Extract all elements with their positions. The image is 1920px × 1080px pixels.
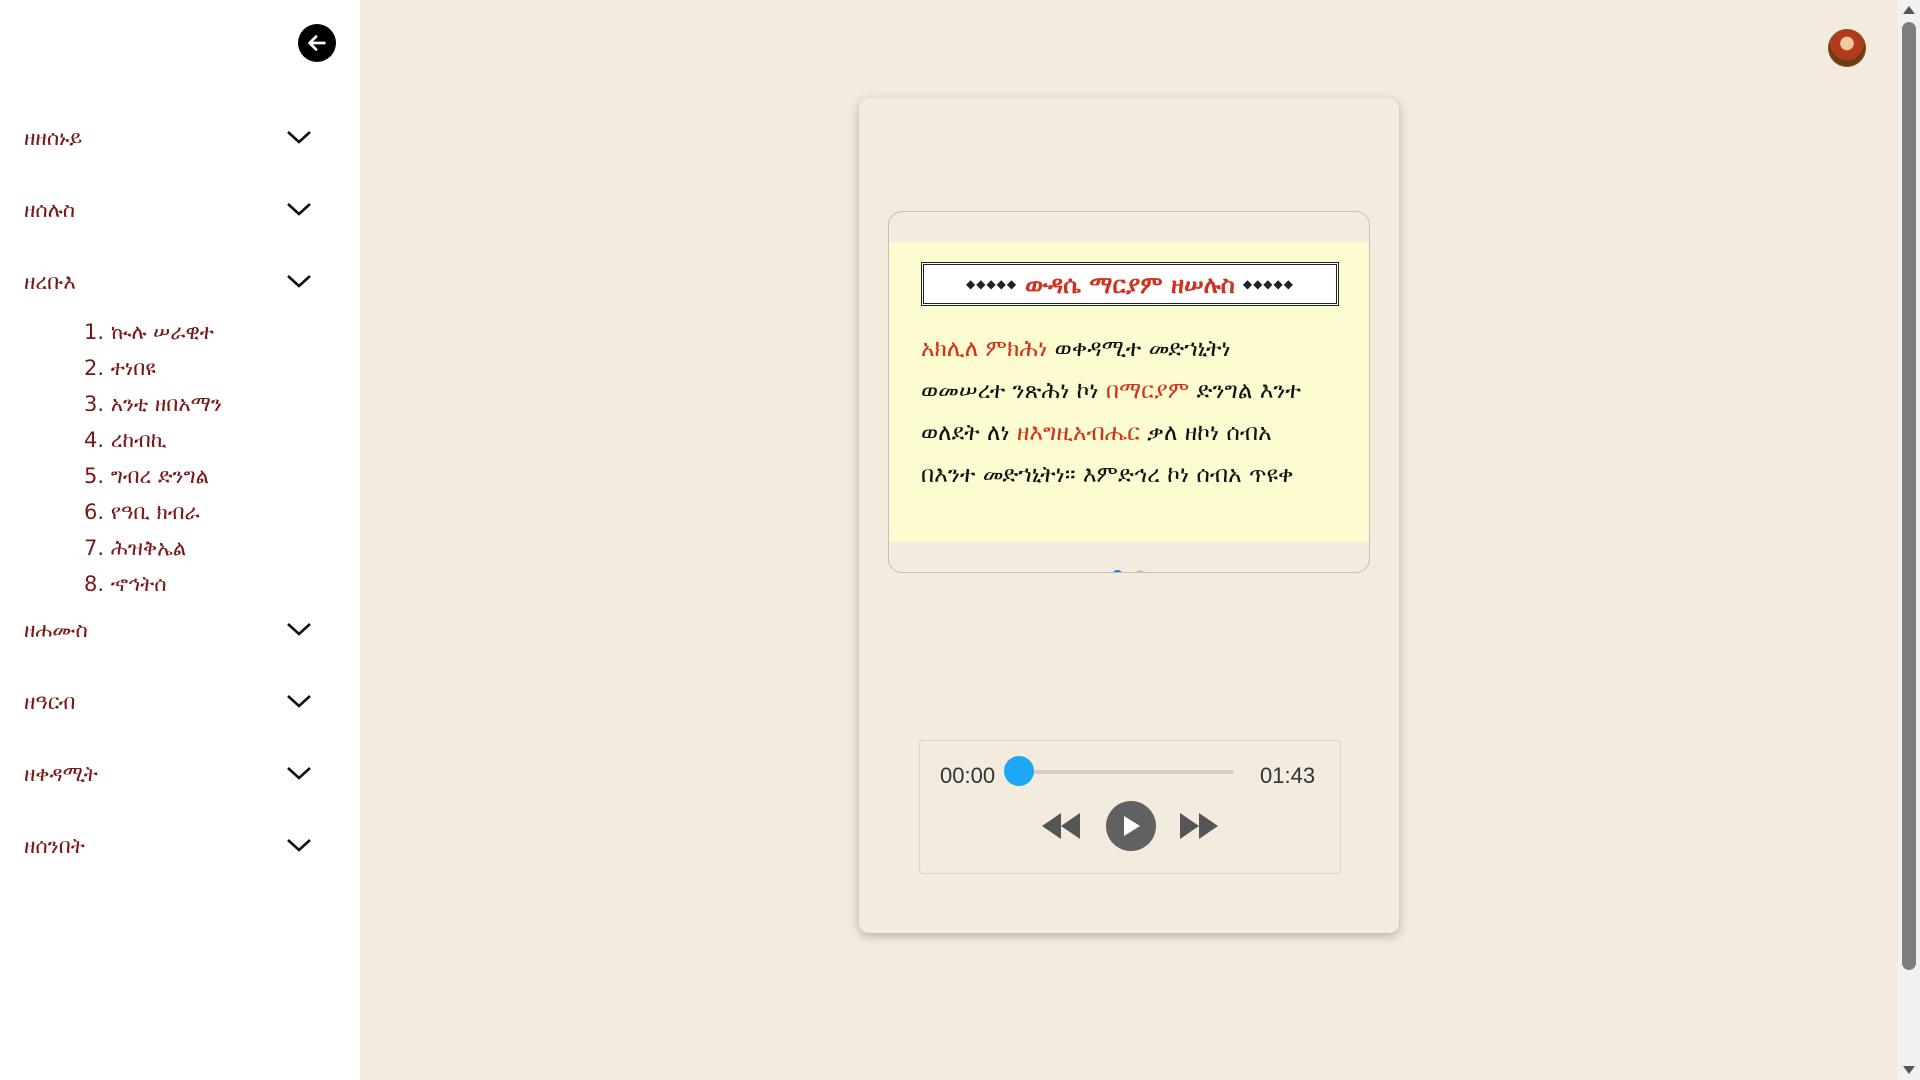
image-carousel[interactable]: ◆◆◆◆◆ ውዳሴ ማርያም ዘሠሉስ ◆◆◆◆◆ አክሊለ ምክሕነ ወቀዳሚ…: [888, 211, 1370, 573]
current-time: 00:00: [940, 763, 996, 788]
sidebar-item-label: ዘረቡእ: [24, 270, 76, 294]
list-item[interactable]: 2. ተነበዩ: [0, 350, 360, 386]
slide-title-box: ◆◆◆◆◆ ውዳሴ ማርያም ዘሠሉስ ◆◆◆◆◆: [921, 262, 1339, 306]
chevron-down-icon: [287, 203, 311, 216]
sidebar-item-label: ዘዓርብ: [24, 690, 76, 714]
scrollbar[interactable]: [1898, 0, 1920, 1080]
line-text: ወቀዳሚተ መድኀኒትነ: [1047, 336, 1231, 362]
slide-title: ውዳሴ ማርያም ዘሠሉስ: [1025, 269, 1235, 299]
sidebar-nav: ዘዘሰኑይ ዘሰሉስ ዘረቡእ 1. ኲሉ ሠራዊተ 2. ተነበዩ 3. አን…: [0, 116, 360, 896]
ornament-icon: ◆◆◆◆◆: [965, 277, 1018, 291]
hymn-text: አክሊለ ምክሕነ ወቀዳሚተ መድኀኒትነ ወመሠረተ ንጽሕነ ኮነ በማር…: [921, 328, 1351, 496]
carousel-dot-2[interactable]: [1135, 570, 1146, 572]
list-item[interactable]: 1. ኲሉ ሠራዊተ: [0, 314, 360, 350]
chevron-down-icon: [287, 839, 311, 852]
chevron-down-icon: [287, 131, 311, 144]
ornament-icon: ◆◆◆◆◆: [1242, 277, 1294, 291]
scroll-down-icon[interactable]: [1903, 1066, 1915, 1074]
chevron-down-icon: [287, 623, 311, 636]
highlight-text: ዘእግዚአብሔር: [1016, 420, 1140, 446]
sidebar-item-friday[interactable]: ዘዓርብ: [0, 680, 360, 752]
progress-thumb[interactable]: [1004, 756, 1034, 786]
wednesday-sublist: 1. ኲሉ ሠራዊተ 2. ተነበዩ 3. አንቲ ዘበአማን 4. ረከብኪ …: [0, 314, 360, 602]
line-text: ወመሠረተ ንጽሕነ ኮነ: [921, 378, 1106, 404]
list-item[interactable]: 6. የዓቢ ክብራ: [0, 494, 360, 530]
sidebar-item-thursday[interactable]: ዘሐሙስ: [0, 608, 360, 680]
duration-time: 01:43: [1260, 763, 1316, 788]
line-text: ወለደት ለነ: [921, 420, 1017, 446]
sidebar-item-saturday[interactable]: ዘቀዳሚት: [0, 752, 360, 824]
scroll-up-icon[interactable]: [1903, 6, 1915, 14]
hymn-line: ወለደት ለነ ዘእግዚአብሔር ቃለ ዘኮነ ሰብአ: [921, 412, 1351, 454]
fast-forward-icon[interactable]: [1178, 811, 1220, 841]
sidebar-item-tuesday[interactable]: ዘሰሉስ: [0, 188, 360, 260]
list-item[interactable]: 3. አንቲ ዘበአማን: [0, 386, 360, 422]
sidebar-item-label: ዘሐሙስ: [24, 618, 88, 642]
list-item[interactable]: 8. ኆኅትሰ: [0, 566, 360, 602]
progress-track[interactable]: [1016, 770, 1234, 774]
back-button[interactable]: [298, 24, 336, 62]
carousel-slide: ◆◆◆◆◆ ውዳሴ ማርያም ዘሠሉስ ◆◆◆◆◆ አክሊለ ምክሕነ ወቀዳሚ…: [889, 242, 1369, 572]
sidebar-item-label: ዘሰንበት: [24, 834, 85, 858]
play-button[interactable]: [1106, 801, 1156, 851]
sidebar-item-label: ዘዘሰኑይ: [24, 126, 83, 150]
sidebar-item-sunday[interactable]: ዘሰንበት: [0, 824, 360, 896]
content-card: ◆◆◆◆◆ ውዳሴ ማርያም ዘሠሉስ ◆◆◆◆◆ አክሊለ ምክሕነ ወቀዳሚ…: [859, 98, 1399, 933]
hymn-line: አክሊለ ምክሕነ ወቀዳሚተ መድኀኒትነ: [921, 328, 1351, 370]
highlight-text: በማርያም: [1105, 378, 1190, 404]
avatar[interactable]: [1828, 29, 1866, 67]
chevron-down-icon: [287, 275, 311, 288]
audio-player: 00:00 01:43: [919, 740, 1341, 874]
sidebar-item-label: ዘቀዳሚት: [24, 762, 98, 786]
carousel-dot-1[interactable]: [1112, 570, 1123, 572]
chevron-down-icon: [287, 767, 311, 780]
list-item[interactable]: 5. ግብረ ድንግል: [0, 458, 360, 494]
sidebar: ዘዘሰኑይ ዘሰሉስ ዘረቡእ 1. ኲሉ ሠራዊተ 2. ተነበዩ 3. አን…: [0, 0, 360, 1080]
sidebar-item-monday[interactable]: ዘዘሰኑይ: [0, 116, 360, 188]
scrollbar-thumb[interactable]: [1902, 22, 1916, 970]
highlight-text: አክሊለ ምክሕነ: [921, 336, 1048, 362]
arrow-left-icon: [308, 35, 326, 51]
play-icon: [1124, 816, 1140, 836]
list-item[interactable]: 7. ሕዝቅኤል: [0, 530, 360, 566]
chevron-down-icon: [287, 695, 311, 708]
hymn-line: ወመሠረተ ንጽሕነ ኮነ በማርያም ድንግል እንተ: [921, 370, 1351, 412]
list-item[interactable]: 4. ረከብኪ: [0, 422, 360, 458]
hymn-line: በእንተ መድኀኒትነ፡፡ እምድኅረ ኮነ ሰብአ ጥዩቀ: [921, 462, 1294, 488]
rewind-icon[interactable]: [1040, 811, 1082, 841]
line-text: ድንግል እንተ: [1189, 378, 1301, 404]
carousel-dots: [889, 570, 1369, 572]
sidebar-item-label: ዘሰሉስ: [24, 198, 76, 222]
line-text: ቃለ ዘኮነ ሰብአ: [1139, 420, 1272, 446]
